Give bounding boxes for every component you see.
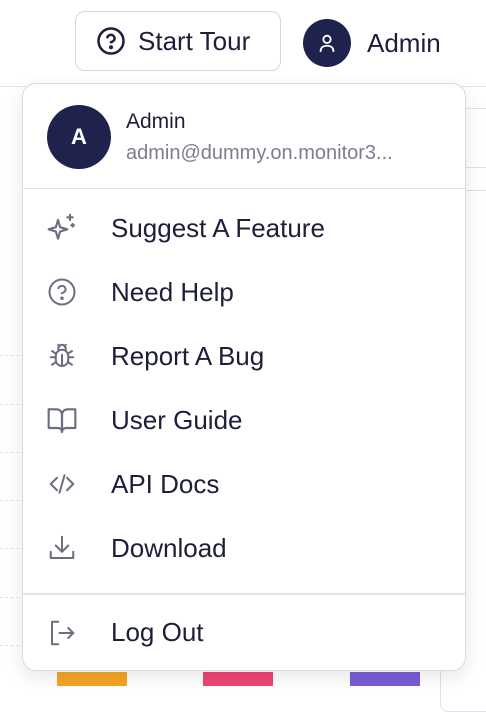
profile-email: admin@dummy.on.monitor3...: [126, 142, 393, 164]
menu-item-label: Report A Bug: [111, 340, 265, 371]
user-avatar: [303, 19, 351, 67]
help-circle-icon: [96, 26, 126, 56]
menu-item-user-guide[interactable]: User Guide: [23, 388, 465, 452]
menu-item-label: API Docs: [111, 468, 220, 499]
download-icon: [45, 531, 79, 565]
user-menu-label: Admin: [367, 27, 441, 58]
help-circle-icon: [45, 275, 79, 309]
menu-item-download[interactable]: Download: [23, 516, 465, 580]
menu-item-api-docs[interactable]: API Docs: [23, 452, 465, 516]
menu-item-label: Need Help: [111, 276, 234, 307]
profile-section: A Admin admin@dummy.on.monitor3...: [23, 84, 465, 189]
profile-avatar: A: [47, 105, 111, 169]
log-out-icon: [45, 616, 79, 650]
user-menu-trigger[interactable]: Admin: [303, 18, 441, 68]
menu-item-suggest-feature[interactable]: Suggest A Feature: [23, 196, 465, 260]
sparkles-icon: [45, 211, 79, 245]
top-header: Start Tour Admin: [0, 0, 486, 87]
start-tour-label: Start Tour: [138, 25, 251, 56]
menu-item-label: Download: [111, 532, 227, 563]
user-icon: [319, 34, 335, 53]
user-dropdown-menu: A Admin admin@dummy.on.monitor3... Sugge…: [22, 83, 466, 671]
menu-divider: [23, 593, 465, 595]
book-open-icon: [45, 403, 79, 437]
menu-item-report-bug[interactable]: Report A Bug: [23, 324, 465, 388]
code-icon: [45, 467, 79, 501]
start-tour-button[interactable]: Start Tour: [75, 11, 281, 71]
profile-name: Admin: [126, 110, 186, 133]
bug-icon: [45, 339, 79, 373]
menu-item-log-out[interactable]: Log Out: [23, 601, 465, 665]
menu-item-need-help[interactable]: Need Help: [23, 260, 465, 324]
menu-item-label: Log Out: [111, 617, 204, 647]
menu-item-label: User Guide: [111, 404, 243, 435]
menu-item-label: Suggest A Feature: [111, 212, 325, 243]
